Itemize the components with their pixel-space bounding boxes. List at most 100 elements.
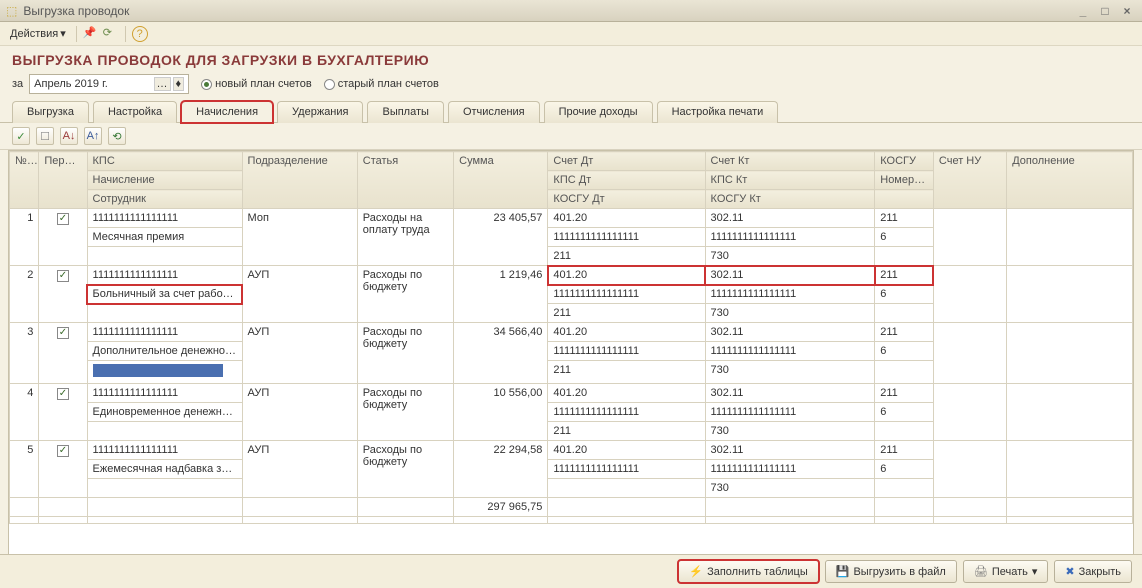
cell-kosgu: 211 (875, 209, 934, 228)
cell-dop (1007, 441, 1133, 498)
cell-num: 5 (10, 441, 39, 498)
cell-kps: 1111111111111111 (87, 323, 242, 342)
cell-perenos[interactable] (39, 266, 87, 323)
tab-settings[interactable]: Настройка (93, 101, 177, 123)
sort-asc-icon[interactable]: A↓ (60, 127, 78, 145)
cell-perenos[interactable] (39, 384, 87, 441)
tab-allocations[interactable]: Отчисления (448, 101, 540, 123)
table-row[interactable]: 5 1111111111111111 АУП Расходы по бюджет… (10, 441, 1133, 460)
cell-dt: 401.20 (548, 209, 705, 228)
cell-dt: 401.20 (548, 384, 705, 403)
cell-kps: 1111111111111111 (87, 209, 242, 228)
period-row: за Апрель 2019 г. … ♦ новый план счетов … (0, 72, 1142, 100)
cell-sotr (87, 479, 242, 498)
col-kpsdt[interactable]: КПС Дт (548, 171, 705, 190)
refresh-icon[interactable]: ⟳ (103, 26, 119, 42)
col-kosgudt[interactable]: КОСГУ Дт (548, 190, 705, 209)
table-row[interactable]: 4 1111111111111111 АУП Расходы по бюджет… (10, 384, 1133, 403)
col-nu[interactable]: Счет НУ (933, 152, 1006, 209)
cell-nach: Дополнительное денежное... (87, 342, 242, 361)
total-row: 297 965,75 (10, 498, 1133, 517)
col-perenos[interactable]: Перенос (39, 152, 87, 209)
cell-nach: Месячная премия (87, 228, 242, 247)
cell-kosgukt: 730 (705, 247, 875, 266)
cell-kosgukt: 730 (705, 361, 875, 384)
cell-pod: АУП (242, 441, 357, 498)
cell-perenos[interactable] (39, 323, 87, 384)
period-spinner-icon[interactable]: ♦ (173, 77, 185, 91)
cell-stat: Расходы по бюджету (357, 441, 453, 498)
cell-nach: Ежемесячная надбавка за ... (87, 460, 242, 479)
col-dt[interactable]: Счет Дт (548, 152, 705, 171)
cell-kosgudt: 211 (548, 422, 705, 441)
cell-kosgudt: 211 (548, 361, 705, 384)
help-icon[interactable]: ? (132, 26, 148, 42)
radio-old-plan[interactable]: старый план счетов (324, 78, 439, 90)
tab-accruals[interactable]: Начисления (181, 101, 273, 123)
cell-stat: Расходы по бюджету (357, 323, 453, 384)
tab-print-settings[interactable]: Настройка печати (657, 101, 779, 123)
cell-kt: 302.11 (705, 323, 875, 342)
tab-other-income[interactable]: Прочие доходы (544, 101, 653, 123)
close-button[interactable]: ✖ Закрыть (1054, 560, 1132, 583)
col-kt[interactable]: Счет Кт (705, 152, 875, 171)
cell-kps: 1111111111111111 (87, 384, 242, 403)
actions-menu[interactable]: Действия ▾ (6, 25, 70, 42)
table-row[interactable]: 2 1111111111111111 АУП Расходы по бюджет… (10, 266, 1133, 285)
table-row[interactable]: 3 1111111111111111 АУП Расходы по бюджет… (10, 323, 1133, 342)
col-stat[interactable]: Статья (357, 152, 453, 209)
uncheck-all-icon[interactable]: ☐ (36, 127, 54, 145)
col-sum[interactable]: Сумма (454, 152, 548, 209)
cell-stat: Расходы по бюджету (357, 384, 453, 441)
cell-empty (875, 304, 934, 323)
cell-pod: Моп (242, 209, 357, 266)
cell-sotr (87, 361, 242, 384)
maximize-button[interactable]: □ (1096, 4, 1114, 18)
checkbox-icon (57, 213, 69, 225)
col-kpskt[interactable]: КПС Кт (705, 171, 875, 190)
col-kps[interactable]: КПС (87, 152, 242, 171)
fill-tables-button[interactable]: ⚡ Заполнить таблицы (678, 560, 818, 583)
col-num[interactable]: № п/п (10, 152, 39, 209)
export-file-button[interactable]: 💾 Выгрузить в файл (825, 560, 957, 583)
table-row[interactable]: 1 1111111111111111 Моп Расходы на оплату… (10, 209, 1133, 228)
col-dop[interactable]: Дополнение (1007, 152, 1133, 209)
close-window-button[interactable]: × (1118, 4, 1136, 18)
cell-num: 2 (10, 266, 39, 323)
cell-perenos[interactable] (39, 209, 87, 266)
period-ellipsis-icon[interactable]: … (154, 77, 171, 91)
cell-kosgudt (548, 479, 705, 498)
pin-icon[interactable]: 📌 (83, 26, 99, 42)
cell-sotr (87, 247, 242, 266)
cell-sum: 34 566,40 (454, 323, 548, 384)
cell-dop (1007, 266, 1133, 323)
cell-num: 3 (10, 323, 39, 384)
cell-kpsdt: 1111111111111111 (548, 342, 705, 361)
cell-total: 297 965,75 (454, 498, 548, 517)
refresh-table-icon[interactable]: ⟲ (108, 127, 126, 145)
footer-bar: ⚡ Заполнить таблицы 💾 Выгрузить в файл 🖨… (0, 554, 1142, 588)
radio-new-plan[interactable]: новый план счетов (201, 78, 312, 90)
col-kosgukt[interactable]: КОСГУ Кт (705, 190, 875, 209)
sort-desc-icon[interactable]: A↑ (84, 127, 102, 145)
cell-sum: 1 219,46 (454, 266, 548, 323)
cell-stat: Расходы на оплату труда (357, 209, 453, 266)
cell-dt: 401.20 (548, 323, 705, 342)
col-podr[interactable]: Подразделение (242, 152, 357, 209)
col-nach[interactable]: Начисление (87, 171, 242, 190)
tab-bar: Выгрузка Настройка Начисления Удержания … (0, 100, 1142, 123)
check-all-icon[interactable]: ✓ (12, 127, 30, 145)
data-grid[interactable]: № п/п Перенос КПС Подразделение Статья С… (8, 150, 1134, 555)
minimize-button[interactable]: _ (1074, 4, 1092, 18)
cell-sotr (87, 304, 242, 323)
tab-deductions[interactable]: Удержания (277, 101, 363, 123)
col-sotr[interactable]: Сотрудник (87, 190, 242, 209)
print-button[interactable]: 🖨 Печать ▾ (963, 560, 1049, 583)
tab-payments[interactable]: Выплаты (367, 101, 443, 123)
cell-perenos[interactable] (39, 441, 87, 498)
cell-nu (933, 441, 1006, 498)
col-nomzh[interactable]: Номер журнала (875, 171, 934, 190)
period-input[interactable]: Апрель 2019 г. … ♦ (29, 74, 189, 94)
col-kosgu[interactable]: КОСГУ (875, 152, 934, 171)
tab-export[interactable]: Выгрузка (12, 101, 89, 123)
